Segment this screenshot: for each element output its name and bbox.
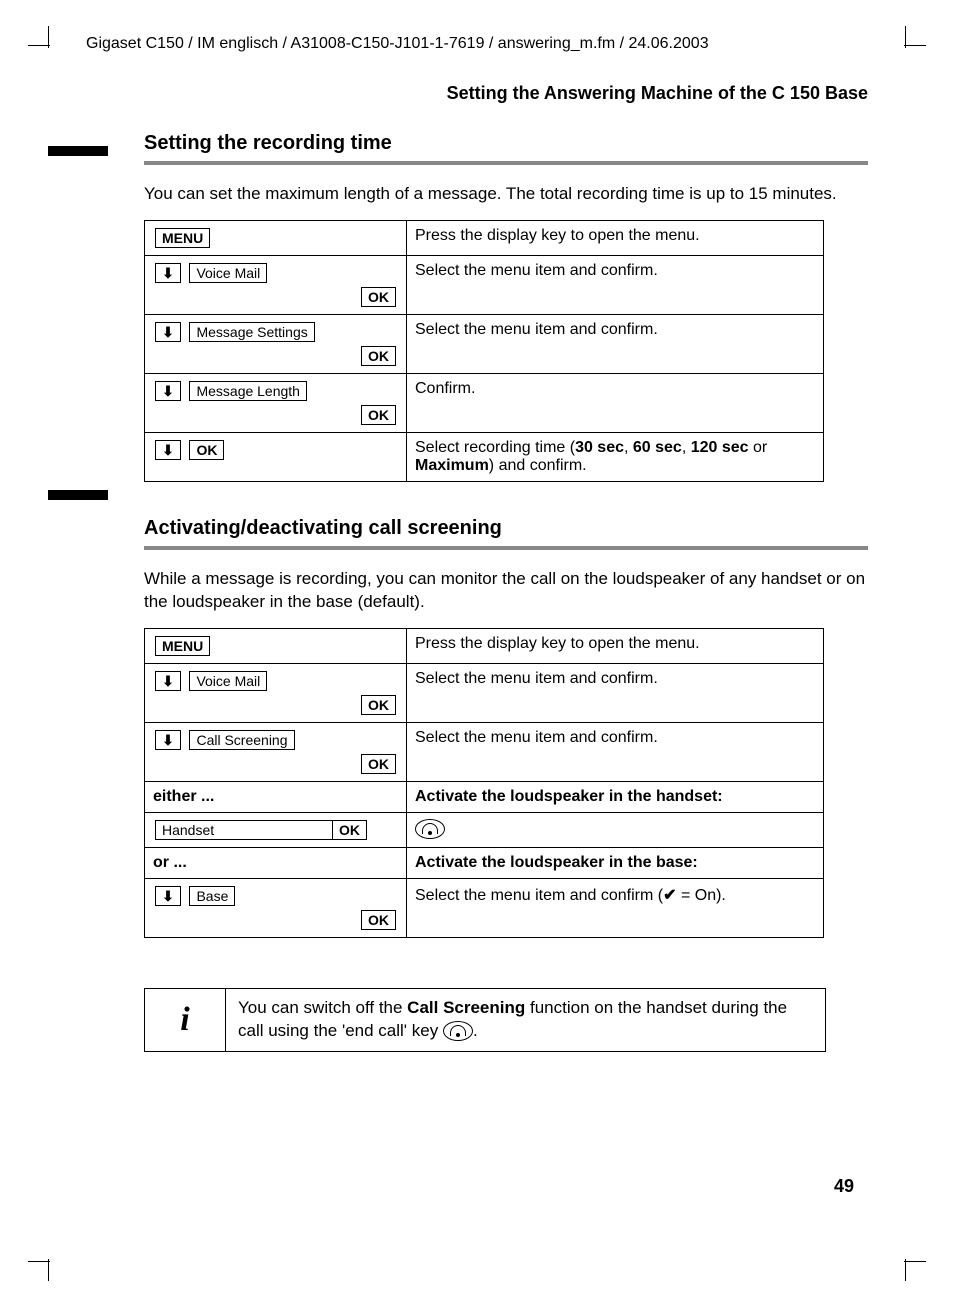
menu-item: Message Length [189, 381, 307, 401]
text: Select recording time ( [415, 439, 575, 456]
crop-mark [904, 45, 926, 46]
instruction-table-2: MENU Press the display key to open the m… [144, 628, 824, 938]
section-2-title: Activating/deactivating call screening [144, 517, 868, 540]
table-row: ⬇ Message Settings OK Select the menu it… [145, 314, 824, 373]
table-row: MENU Press the display key to open the m… [145, 220, 824, 255]
ok-key: OK [189, 440, 224, 460]
table-row: Handset OK [145, 812, 824, 847]
instruction-table-1: MENU Press the display key to open the m… [144, 220, 824, 482]
table-row: MENU Press the display key to open the m… [145, 628, 824, 663]
crop-mark [905, 1259, 906, 1281]
menu-key: MENU [155, 228, 210, 248]
or-label: or ... [145, 847, 407, 878]
section-2-intro: While a message is recording, you can mo… [144, 568, 868, 614]
section-1-title: Setting the recording time [144, 132, 868, 155]
step-description [407, 812, 824, 847]
end-call-icon [443, 1021, 473, 1041]
ok-key: OK [361, 910, 396, 930]
ok-key: OK [361, 405, 396, 425]
crop-mark [48, 1259, 49, 1281]
crop-mark [48, 26, 49, 48]
either-label: either ... [145, 781, 407, 812]
page: Gigaset C150 / IM englisch / A31008-C150… [0, 0, 954, 1307]
option: 120 sec [691, 439, 749, 456]
menu-item: Voice Mail [189, 263, 267, 283]
step-description: Select the menu item and confirm (✔ = On… [407, 878, 824, 937]
info-box: i You can switch off the Call Screening … [144, 988, 826, 1052]
text: , [624, 439, 633, 456]
down-arrow-icon: ⬇ [155, 671, 181, 691]
section-marker-bar [48, 146, 108, 156]
info-text: You can switch off the Call Screening fu… [226, 989, 825, 1051]
down-arrow-icon: ⬇ [155, 263, 181, 283]
text: . [473, 1021, 478, 1040]
menu-item: Voice Mail [189, 671, 267, 691]
section-rule [144, 546, 868, 550]
bold-term: Call Screening [407, 998, 525, 1017]
ok-key: OK [361, 754, 396, 774]
check-icon: ✔ [663, 887, 676, 904]
menu-item: Call Screening [189, 730, 294, 750]
either-description: Activate the loudspeaker in the handset: [407, 781, 824, 812]
crop-mark [904, 1261, 926, 1262]
step-description: Select the menu item and confirm. [407, 314, 824, 373]
doc-path: Gigaset C150 / IM englisch / A31008-C150… [86, 30, 868, 53]
down-arrow-icon: ⬇ [155, 730, 181, 750]
crop-mark [28, 45, 50, 46]
text: ) and confirm. [489, 457, 587, 474]
menu-item: Base [189, 886, 235, 906]
text: You can switch off the [238, 998, 407, 1017]
section-1-intro: You can set the maximum length of a mess… [144, 183, 868, 206]
ok-key: OK [361, 346, 396, 366]
page-number: 49 [834, 1176, 854, 1197]
table-row: ⬇ Call Screening OK Select the menu item… [145, 722, 824, 781]
step-description: Select the menu item and confirm. [407, 722, 824, 781]
menu-item: Handset [156, 821, 332, 839]
table-row: ⬇ Base OK Select the menu item and confi… [145, 878, 824, 937]
down-arrow-icon: ⬇ [155, 322, 181, 342]
step-description: Press the display key to open the menu. [407, 628, 824, 663]
menu-key: MENU [155, 636, 210, 656]
table-row: ⬇ OK Select recording time (30 sec, 60 s… [145, 432, 824, 481]
text: , [682, 439, 691, 456]
either-row: either ... Activate the loudspeaker in t… [145, 781, 824, 812]
option: 30 sec [575, 439, 624, 456]
ok-key: OK [332, 821, 366, 839]
step-description: Select the menu item and confirm. [407, 255, 824, 314]
select-box: Handset OK [155, 820, 367, 840]
chapter-title: Setting the Answering Machine of the C 1… [86, 83, 868, 104]
speaker-icon [415, 819, 445, 839]
step-description: Press the display key to open the menu. [407, 220, 824, 255]
crop-mark [905, 26, 906, 48]
down-arrow-icon: ⬇ [155, 381, 181, 401]
text: Select the menu item and confirm ( [415, 887, 663, 904]
or-description: Activate the loudspeaker in the base: [407, 847, 824, 878]
or-row: or ... Activate the loudspeaker in the b… [145, 847, 824, 878]
ok-key: OK [361, 695, 396, 715]
section-rule [144, 161, 868, 165]
option: 60 sec [633, 439, 682, 456]
text: = On). [677, 887, 726, 904]
menu-item: Message Settings [189, 322, 314, 342]
down-arrow-icon: ⬇ [155, 886, 181, 906]
section-marker-bar [48, 490, 108, 500]
step-description: Select the menu item and confirm. [407, 663, 824, 722]
table-row: ⬇ Voice Mail OK Select the menu item and… [145, 663, 824, 722]
table-row: ⬇ Message Length OK Confirm. [145, 373, 824, 432]
ok-key: OK [361, 287, 396, 307]
crop-mark [28, 1261, 50, 1262]
table-row: ⬇ Voice Mail OK Select the menu item and… [145, 255, 824, 314]
option: Maximum [415, 457, 489, 474]
step-description: Select recording time (30 sec, 60 sec, 1… [407, 432, 824, 481]
step-description: Confirm. [407, 373, 824, 432]
text: or [749, 439, 768, 456]
down-arrow-icon: ⬇ [155, 440, 181, 460]
info-icon: i [145, 989, 226, 1051]
